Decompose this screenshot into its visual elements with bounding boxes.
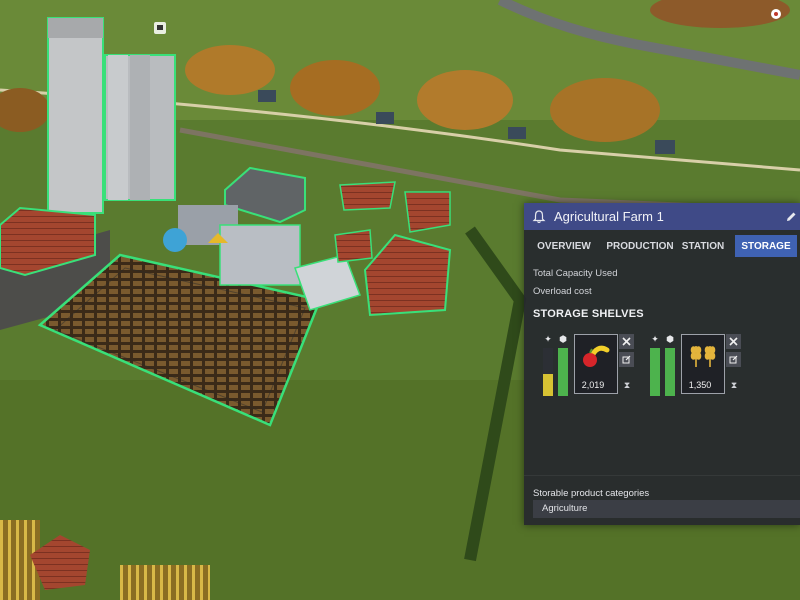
- location-marker-icon[interactable]: [771, 9, 781, 19]
- capacity-bar: [543, 348, 553, 396]
- tab-overview[interactable]: OVERVIEW: [524, 235, 604, 257]
- divider: [524, 475, 800, 476]
- capacity-bar: [650, 348, 660, 396]
- product-card[interactable]: 2,019: [574, 334, 618, 394]
- building-info-panel: Agricultural Farm 1 OVERVIEW PRODUCTION …: [524, 203, 800, 525]
- building-title: Agricultural Farm 1: [554, 209, 664, 224]
- rename-pencil-icon[interactable]: [782, 208, 800, 226]
- panel-tabs: OVERVIEW PRODUCTION STATION STORAGE: [524, 235, 800, 257]
- remove-product-button[interactable]: [619, 334, 634, 349]
- storage-shelf: ✦ ⬢ 2,019 ⧗: [543, 334, 663, 397]
- wheat-icon: [690, 346, 716, 367]
- quantity-label: 2,019: [581, 380, 605, 390]
- storage-shelves-heading: STORAGE SHELVES: [533, 308, 644, 320]
- farmhouse[interactable]: [339, 181, 396, 211]
- fruit-icon: [583, 345, 610, 367]
- change-product-button[interactable]: [619, 352, 634, 367]
- remove-product-button[interactable]: [726, 334, 741, 349]
- notification-bell-icon[interactable]: [528, 206, 550, 228]
- hourglass-icon: ⧗: [730, 380, 738, 390]
- tab-station[interactable]: STATION: [676, 235, 730, 257]
- quantity-label: 1,350: [688, 380, 712, 390]
- small-shed[interactable]: [334, 229, 373, 263]
- total-capacity-label: Total Capacity Used: [533, 268, 618, 279]
- shield-icon: ⬢: [666, 334, 674, 344]
- product-card[interactable]: 1,350: [681, 334, 725, 394]
- panel-header: Agricultural Farm 1: [524, 203, 800, 230]
- sparkle-icon: ✦: [651, 334, 659, 344]
- capacity-bar: [665, 348, 675, 396]
- sparkle-icon: ✦: [544, 334, 552, 344]
- tower-house[interactable]: [404, 191, 451, 233]
- storage-shelf: ✦ ⬢ 1,350 ⧗: [650, 334, 770, 397]
- close-icon: [622, 337, 631, 346]
- tab-storage[interactable]: STORAGE: [735, 235, 797, 257]
- tab-production[interactable]: PRODUCTION: [604, 235, 676, 257]
- shield-icon: ⬢: [559, 334, 567, 344]
- categories-dropdown[interactable]: Agriculture: [533, 500, 800, 518]
- overload-cost-label: Overload cost: [533, 286, 592, 297]
- categories-label: Storable product categories: [533, 488, 650, 499]
- edit-icon: [622, 355, 631, 364]
- close-icon: [729, 337, 738, 346]
- capacity-bar: [558, 348, 568, 396]
- edit-icon: [729, 355, 738, 364]
- hourglass-icon: ⧗: [623, 380, 631, 390]
- change-product-button[interactable]: [726, 352, 741, 367]
- bus-stop-icon[interactable]: [154, 22, 166, 34]
